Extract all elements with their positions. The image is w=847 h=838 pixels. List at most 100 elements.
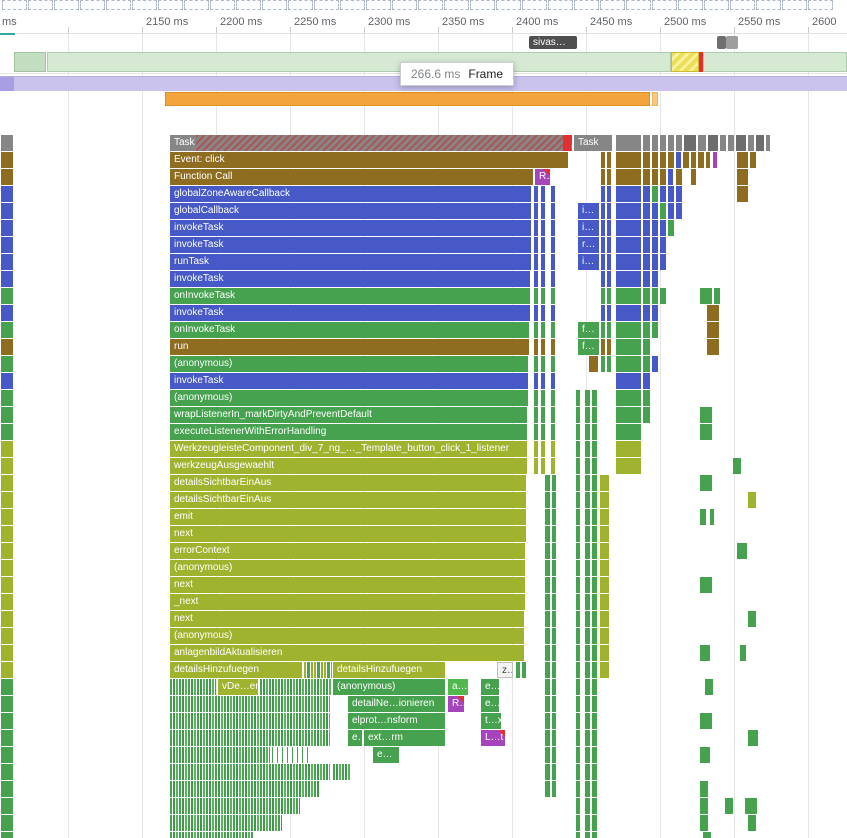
flame-fragment[interactable] [616,271,641,287]
flame-fragment[interactable] [585,713,590,729]
flame-fragment[interactable] [552,492,556,508]
flame-fragment[interactable] [652,203,658,219]
flame-fragment[interactable] [9,220,13,236]
flame-fragment[interactable] [576,798,580,814]
flame-bar[interactable]: e… [373,747,399,763]
flame-fragment[interactable] [600,628,609,644]
flame-fragment[interactable] [652,356,658,372]
flame-fragment[interactable] [9,186,13,202]
flame-bar[interactable]: f… [578,322,599,338]
flame-fragment[interactable] [600,594,609,610]
flame-fragment[interactable] [585,764,590,780]
flame-fragment[interactable] [616,305,641,321]
flame-fragment[interactable] [585,730,590,746]
flame-fragment[interactable] [534,407,538,423]
flame-fragment[interactable] [652,152,658,168]
flame-fragment[interactable] [576,458,580,474]
flame-fragment[interactable] [600,645,609,661]
flame-fragment[interactable] [592,390,597,406]
flame-fragment[interactable] [601,186,605,202]
flame-fragment[interactable] [585,492,590,508]
flame-fragment[interactable] [601,203,605,219]
flame-fragment[interactable] [541,254,545,270]
flame-fragment[interactable] [733,458,741,474]
flame-fragment[interactable] [652,305,658,321]
flame-bar[interactable]: invokeTask [170,305,530,321]
flame-fragment[interactable] [708,135,718,151]
flame-fragment[interactable] [9,798,13,814]
flame-fragment[interactable] [545,628,550,644]
flame-fragment[interactable] [668,186,674,202]
flame-fragment[interactable] [545,781,550,797]
flame-fragment[interactable] [9,577,13,593]
flame-fragment[interactable] [576,577,580,593]
flame-fragment[interactable] [616,373,641,389]
flame-fragment[interactable] [9,696,13,712]
flame-fragment[interactable] [643,373,650,389]
flame-fragment[interactable] [592,560,597,576]
flame-fragment[interactable] [9,271,13,287]
flame-fragment[interactable] [592,696,597,712]
flame-fragment[interactable] [534,305,538,321]
flame-fragment[interactable] [551,373,555,389]
flame-bar[interactable]: next [170,526,526,542]
flame-fragment[interactable] [576,526,580,542]
flame-fragment[interactable] [534,220,538,236]
flame-fragment[interactable] [170,764,330,780]
flame-bar[interactable]: elprot…nsform [348,713,445,729]
flame-fragment[interactable] [534,254,538,270]
flame-bar[interactable]: R… [535,169,550,185]
flame-bar[interactable]: i… [578,220,599,236]
flame-fragment[interactable] [660,169,666,185]
flame-fragment[interactable] [576,475,580,491]
flame-fragment[interactable] [552,713,556,729]
flame-bar[interactable]: anlagenbildAktualisieren [170,645,524,661]
flame-fragment[interactable] [592,645,597,661]
flame-fragment[interactable] [304,662,332,678]
flame-fragment[interactable] [541,390,545,406]
flame-fragment[interactable] [643,254,650,270]
flame-fragment[interactable] [551,254,555,270]
flame-bar[interactable]: werkzeugAusgewaehlt [170,458,527,474]
flame-fragment[interactable] [707,322,719,338]
flame-fragment[interactable] [576,696,580,712]
flame-fragment[interactable] [551,186,555,202]
flame-fragment[interactable] [545,577,550,593]
flame-fragment[interactable] [170,696,330,712]
flame-fragment[interactable] [616,186,641,202]
flame-bar[interactable]: detailNe…ionieren [348,696,445,712]
flame-fragment[interactable] [728,135,734,151]
flame-fragment[interactable] [589,356,598,372]
flame-fragment[interactable] [551,458,555,474]
flame-fragment[interactable] [616,407,641,423]
flame-fragment[interactable] [552,509,556,525]
flame-fragment[interactable] [607,271,611,287]
flame-fragment[interactable] [684,135,696,151]
flame-fragment[interactable] [643,271,650,287]
flame-fragment[interactable] [170,713,330,729]
flame-fragment[interactable] [601,305,605,321]
flame-fragment[interactable] [676,135,682,151]
flame-fragment[interactable] [170,730,330,746]
flame-bar[interactable]: detailsHinzufuegen [170,662,302,678]
flame-fragment[interactable] [600,475,609,491]
flame-fragment[interactable] [592,492,597,508]
flame-bar[interactable]: r… [578,237,599,253]
flame-fragment[interactable] [676,203,682,219]
flame-fragment[interactable] [333,764,351,780]
flame-fragment[interactable] [643,169,650,185]
flame-fragment[interactable] [585,577,590,593]
flame-fragment[interactable] [592,594,597,610]
flame-fragment[interactable] [700,288,712,304]
flame-fragment[interactable] [737,152,748,168]
flame-fragment[interactable] [592,713,597,729]
flame-fragment[interactable] [601,288,605,304]
flame-fragment[interactable] [9,203,13,219]
flame-fragment[interactable] [585,696,590,712]
flame-fragment[interactable] [585,815,590,831]
flame-fragment[interactable] [660,288,666,304]
flame-fragment[interactable] [652,271,658,287]
flame-fragment[interactable] [700,424,712,440]
flame-fragment[interactable] [534,288,538,304]
flame-fragment[interactable] [585,458,590,474]
